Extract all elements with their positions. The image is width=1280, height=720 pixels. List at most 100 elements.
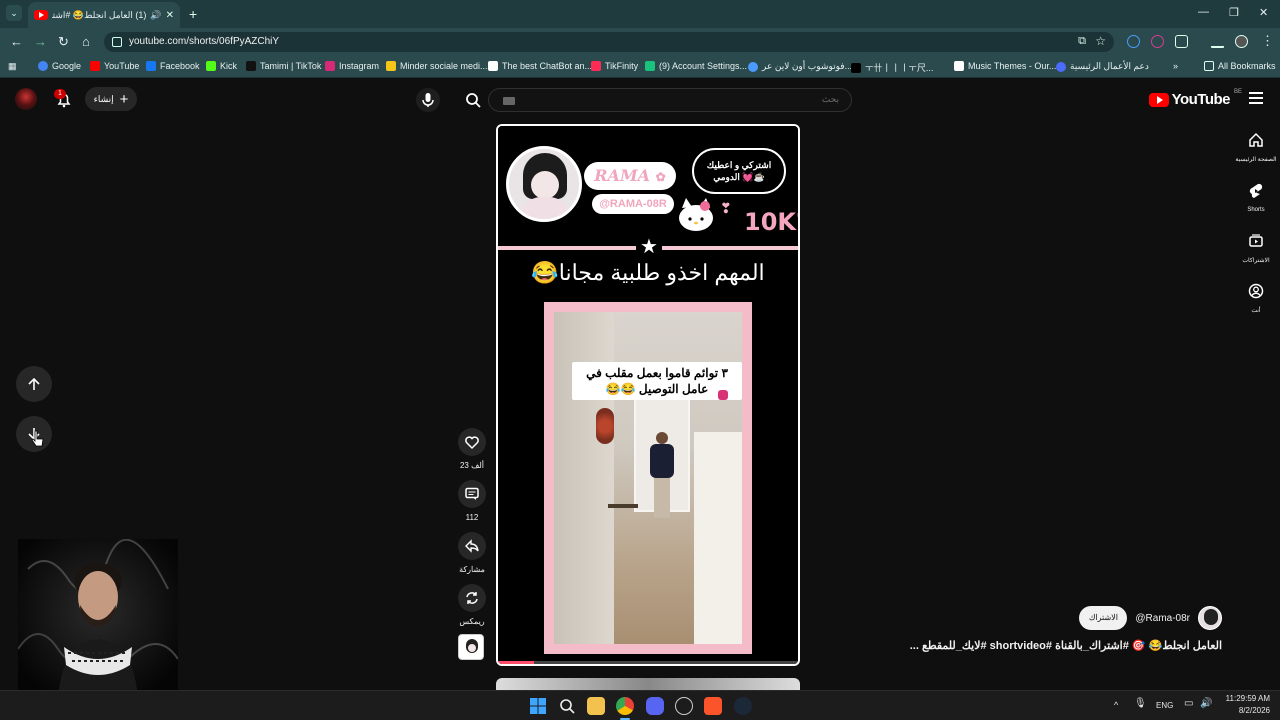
chatgpt-app-icon[interactable] — [675, 697, 693, 715]
browser-tab-active[interactable]: (1) العامل انجلط😂 #اشتر 🔊 ✕ — [28, 2, 180, 28]
playback-progress-bar[interactable] — [498, 661, 798, 664]
bookmark-star-icon[interactable]: ☆ — [1095, 34, 1106, 48]
share-button[interactable]: مشاركة — [458, 532, 486, 574]
subscribe-button[interactable]: الاشتراك — [1079, 606, 1128, 630]
apps-grid-icon[interactable]: ▦ — [8, 61, 17, 72]
previous-short-button[interactable] — [16, 366, 52, 402]
bookmark-music-themes[interactable]: Music Themes - Our... — [954, 61, 1056, 71]
nav-subscriptions[interactable]: الاشتراكات — [1232, 233, 1280, 264]
speaker-icon[interactable]: 🔊 — [150, 10, 161, 21]
site-info-icon[interactable] — [112, 37, 122, 47]
clock-date[interactable]: 8/2/2026 — [1218, 706, 1270, 715]
embedded-clip-frame: ٣ توائم قاموا بعمل مقلب في عامل التوصيل … — [544, 302, 752, 654]
taskbar-search-icon[interactable] — [558, 697, 576, 715]
kick-icon — [206, 61, 216, 71]
bookmark-x[interactable]: ㅜ卄丨丨ㅣㅜ尺... — [851, 61, 933, 74]
search-input[interactable]: بحث — [488, 88, 852, 112]
restore-icon[interactable]: ❐ — [1229, 6, 1239, 19]
home-icon[interactable]: ⌂ — [82, 34, 90, 49]
minimize-icon[interactable]: — — [1198, 6, 1209, 18]
comments-button[interactable]: 112 — [458, 480, 486, 522]
tray-chevron-icon[interactable]: ^ — [1114, 700, 1118, 710]
bookmark-business-support[interactable]: دعم الأعمال الرئيسية — [1056, 61, 1149, 72]
reload-icon[interactable]: ↻ — [58, 34, 69, 50]
start-icon[interactable] — [529, 697, 547, 715]
install-app-icon[interactable]: ⧉ — [1078, 35, 1086, 48]
clock-time[interactable]: 11:29:59 AM — [1218, 694, 1270, 703]
forward-icon[interactable]: → — [34, 34, 47, 49]
extension-shield-icon[interactable] — [1151, 35, 1164, 48]
remix-label: ريمكس — [459, 617, 485, 626]
voice-search-button[interactable] — [416, 88, 440, 112]
bookmark-youtube[interactable]: YouTube — [90, 61, 139, 71]
chrome-icon[interactable] — [616, 697, 634, 715]
overlay-handle: @RAMA-08R — [592, 194, 674, 214]
bookmark-google[interactable]: Google — [38, 61, 81, 71]
nav-shorts[interactable]: Shorts — [1232, 183, 1280, 213]
tiktok-icon — [246, 61, 256, 71]
youtube-logo[interactable]: YouTube — [1148, 91, 1231, 108]
x-icon — [851, 62, 861, 73]
url-text[interactable]: youtube.com/shorts/06fPyAZChiY — [129, 36, 279, 47]
like-count: 23 ألف — [459, 461, 485, 470]
close-tab-icon[interactable]: ✕ — [166, 10, 174, 21]
browser-menu-icon[interactable]: ⋮ — [1261, 33, 1274, 49]
chatgpt-icon — [645, 61, 655, 71]
extensions-puzzle-icon[interactable] — [1175, 35, 1188, 48]
language-indicator[interactable]: ENG — [1156, 701, 1173, 710]
profile-avatar-icon[interactable] — [1235, 35, 1248, 48]
brave-icon[interactable] — [704, 697, 722, 715]
steam-icon[interactable] — [734, 697, 752, 715]
streamer-portrait — [18, 539, 178, 699]
discord-icon[interactable] — [646, 697, 664, 715]
sound-thumbnail[interactable] — [458, 634, 484, 660]
bookmark-tiktok[interactable]: Tamimi | TikTok — [246, 61, 321, 71]
nav-home[interactable]: الصفحة الرئيسية — [1232, 132, 1280, 163]
bookmark-facebook[interactable]: Facebook — [146, 61, 200, 71]
overlay-name: RAMA — [594, 166, 651, 185]
extension-translate-icon[interactable] — [1127, 35, 1140, 48]
close-window-icon[interactable]: ✕ — [1259, 6, 1268, 19]
overlay-name-pill: RAMA ✿ — [584, 162, 676, 190]
bookmark-kick[interactable]: Kick — [206, 61, 237, 71]
nav-you[interactable]: أنت — [1232, 283, 1280, 314]
you-icon — [1248, 283, 1264, 299]
bookmark-account-settings[interactable]: (9) Account Settings... — [645, 61, 747, 71]
heart-icon — [465, 436, 479, 450]
tab-search-chevron-icon[interactable]: ⌄ — [6, 5, 22, 21]
bookmark-tikfinity[interactable]: TikFinity — [591, 61, 638, 71]
bookmark-photoshop-online[interactable]: فوتوشوب أون لاين عر... — [748, 61, 852, 72]
overlay-subscribe-bubble: اشتركي و اعطيك الدومي 💓☕ — [692, 148, 786, 194]
remix-button[interactable]: ريمكس — [458, 584, 486, 626]
channel-info: الاشتراك @Rama-08r — [1079, 606, 1222, 630]
tray-mic-icon[interactable]: 🎙 — [1134, 698, 1147, 709]
file-explorer-icon[interactable] — [587, 697, 605, 715]
overlay-profile-picture — [506, 146, 582, 222]
media-controls-icon[interactable] — [1211, 35, 1224, 48]
bookmarks-overflow-icon[interactable]: » — [1173, 61, 1178, 71]
nav-home-label: الصفحة الرئيسية — [1235, 157, 1277, 163]
channel-name[interactable]: @Rama-08r — [1135, 613, 1190, 624]
network-icon[interactable]: ▭ — [1184, 698, 1193, 709]
account-avatar[interactable] — [15, 88, 37, 110]
like-button[interactable]: 23 ألف — [458, 428, 486, 470]
short-video-player[interactable]: RAMA ✿ @RAMA-08R اشتركي و اعطيك الدومي 💓… — [496, 124, 800, 666]
back-icon[interactable]: ← — [10, 34, 23, 49]
instagram-icon — [325, 61, 335, 71]
volume-icon[interactable]: 🔊 — [1200, 698, 1212, 709]
home-icon — [1249, 132, 1263, 147]
search-button[interactable] — [456, 88, 490, 112]
address-bar[interactable]: youtube.com/shorts/06fPyAZChiY ⧉ ☆ — [104, 32, 1114, 52]
all-bookmarks[interactable]: All Bookmarks — [1204, 61, 1276, 71]
bookmark-instagram[interactable]: Instagram — [325, 61, 379, 71]
bookmark-chatbot[interactable]: The best ChatBot an... — [488, 61, 592, 71]
star-icon: ★ — [636, 234, 662, 259]
keyboard-icon[interactable] — [503, 97, 515, 105]
new-tab-icon[interactable]: + — [189, 6, 197, 22]
channel-avatar[interactable] — [1198, 606, 1222, 630]
menu-icon[interactable] — [1249, 92, 1263, 104]
create-button[interactable]: إنشاء + — [85, 87, 137, 111]
video-title[interactable]: العامل انجلط😂 🎯 #اشتراك_بالقناة #shortvi… — [802, 639, 1222, 652]
bookmark-minder[interactable]: Minder sociale medi... — [386, 61, 488, 71]
folder-icon — [1204, 61, 1214, 71]
